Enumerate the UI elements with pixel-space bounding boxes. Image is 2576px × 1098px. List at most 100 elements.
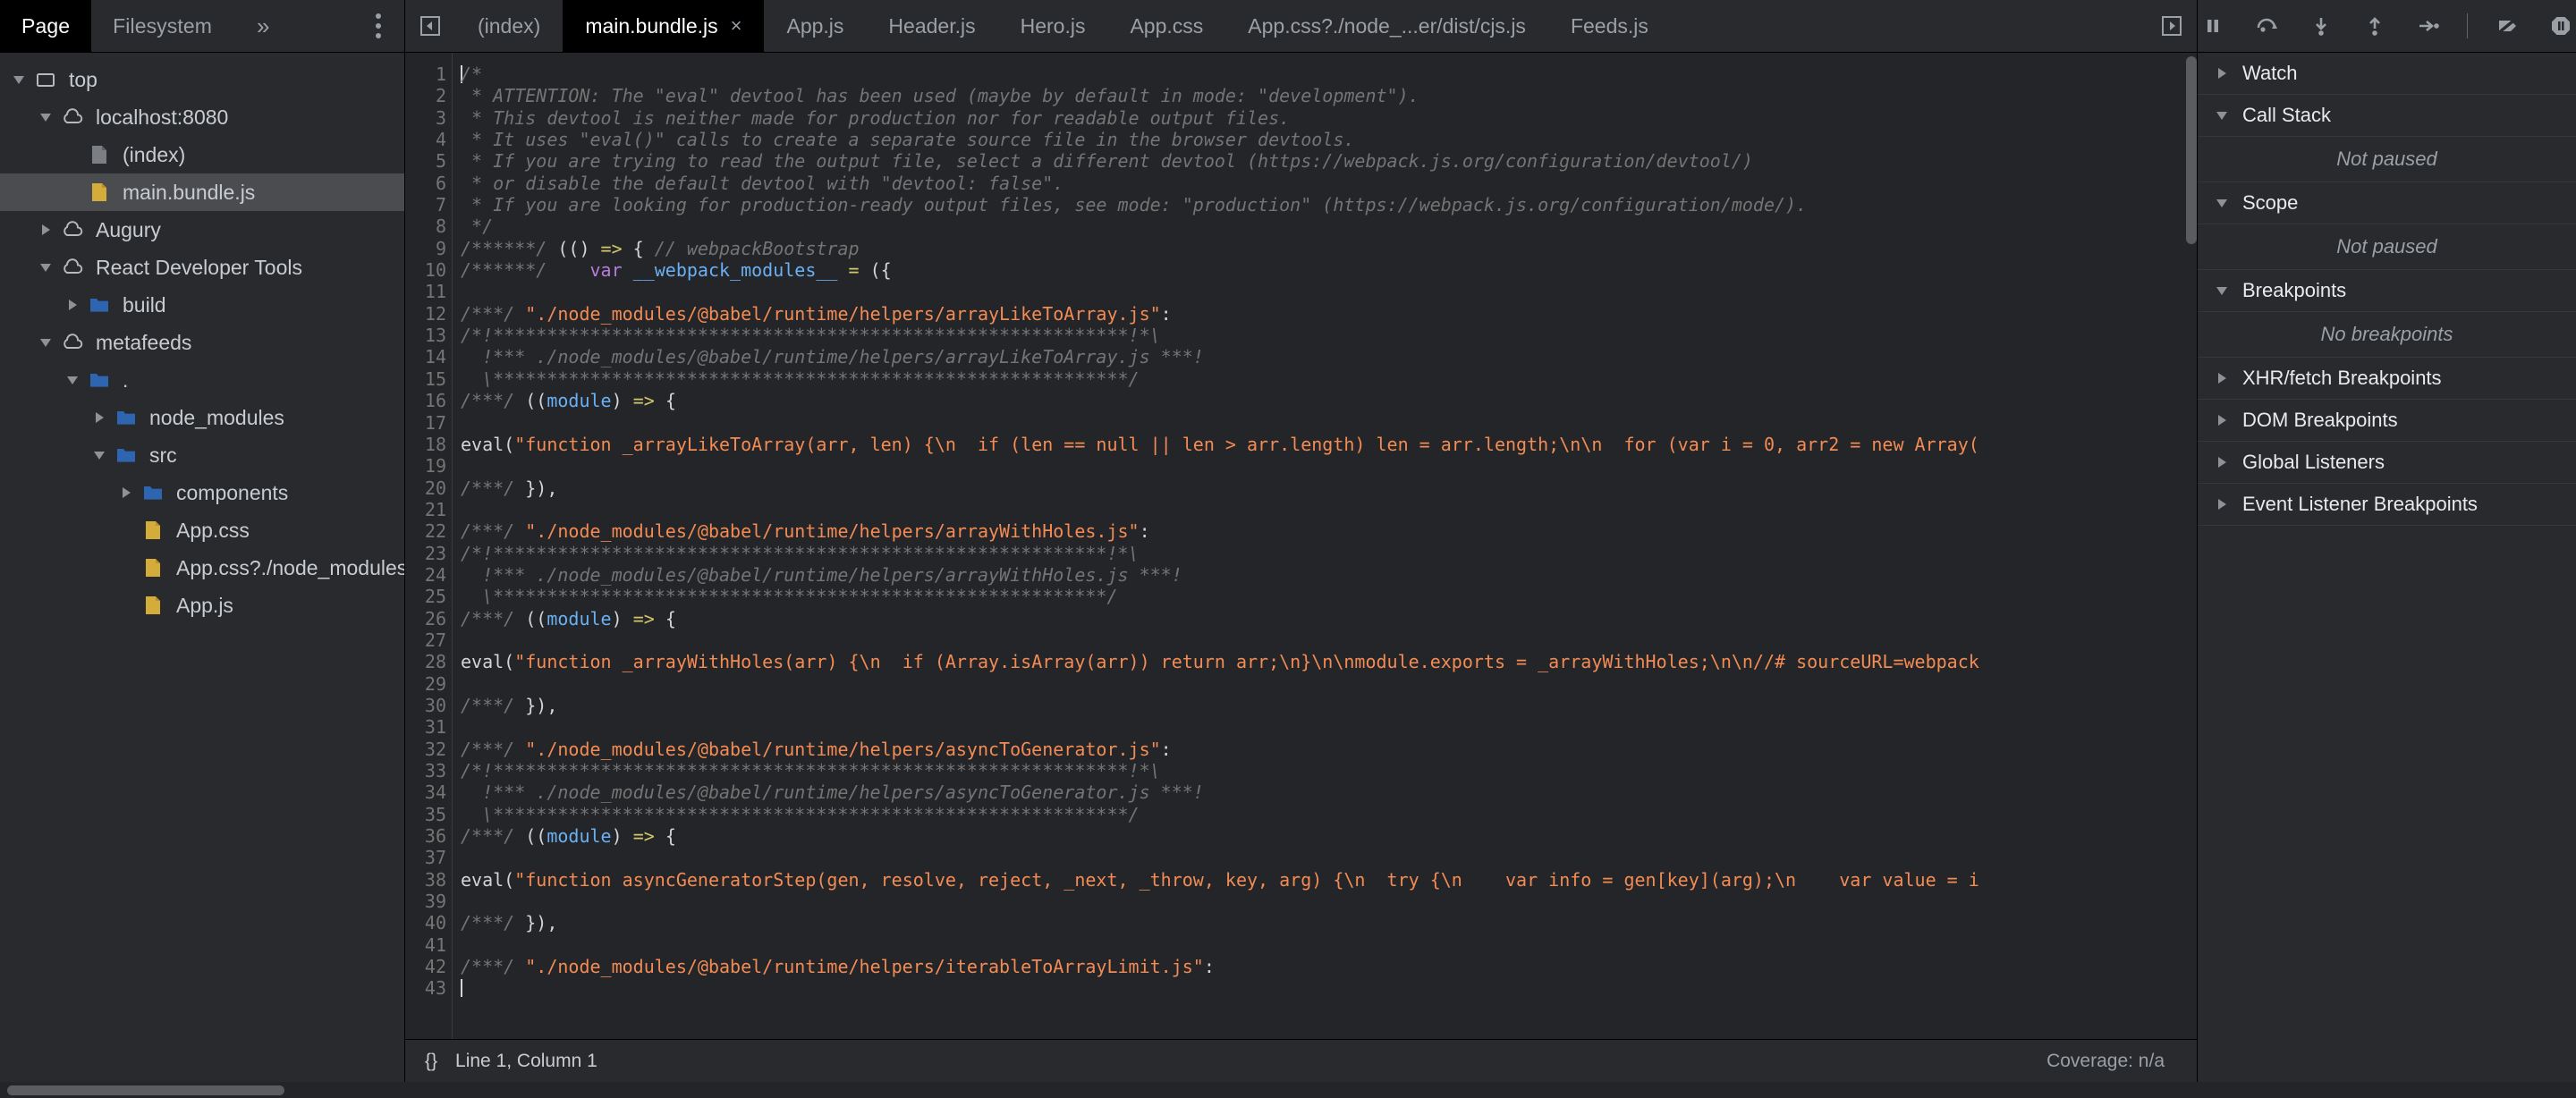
line-number[interactable]: 25 <box>405 586 452 607</box>
debugger-section-global-listeners[interactable]: Global Listeners <box>2198 442 2576 484</box>
chevron-right-icon[interactable] <box>2210 415 2233 426</box>
file-tree[interactable]: top localhost:8080 (index) main.bundle.js Au… <box>0 53 404 1082</box>
tree-item-top[interactable]: top <box>0 61 404 98</box>
chevron-right-icon[interactable] <box>61 300 84 310</box>
editor-tab-header-js[interactable]: Header.js <box>866 0 997 52</box>
tree-item-app-css[interactable]: App.css <box>0 511 404 549</box>
chevron-right-icon[interactable] <box>34 224 57 235</box>
chevron-down-icon[interactable] <box>7 75 30 84</box>
chevron-right-icon[interactable] <box>2210 68 2233 79</box>
line-number[interactable]: 41 <box>405 934 452 956</box>
editor-tab-feeds-js[interactable]: Feeds.js <box>1548 0 1671 52</box>
tree-item-react-developer-tools[interactable]: React Developer Tools <box>0 249 404 286</box>
line-number[interactable]: 9 <box>405 238 452 259</box>
line-number[interactable]: 29 <box>405 673 452 695</box>
tab-navigation-icon[interactable] <box>405 0 455 52</box>
deactivate-breakpoints-button[interactable] <box>2491 10 2521 42</box>
tree-item-main-bundle-js[interactable]: main.bundle.js <box>0 173 404 211</box>
line-number[interactable]: 8 <box>405 215 452 237</box>
line-number[interactable]: 1 <box>405 63 452 85</box>
tree-item-node-modules[interactable]: node_modules <box>0 399 404 436</box>
line-number[interactable]: 24 <box>405 564 452 586</box>
chevron-right-icon[interactable] <box>88 412 111 423</box>
line-number[interactable]: 36 <box>405 825 452 847</box>
line-number[interactable]: 10 <box>405 259 452 281</box>
line-number[interactable]: 33 <box>405 760 452 781</box>
tree-item-components[interactable]: components <box>0 474 404 511</box>
chevron-down-icon[interactable] <box>88 451 111 460</box>
line-number[interactable]: 31 <box>405 716 452 738</box>
code-editor[interactable]: 1 2 3 4 5 6 7 8 9 10 11 12 13 14 15 16 17 18 19 20 21 22 23 24 2… <box>405 53 2197 1039</box>
chevron-down-icon[interactable] <box>2210 286 2233 295</box>
chevron-right-icon[interactable] <box>114 487 138 498</box>
line-number[interactable]: 26 <box>405 608 452 629</box>
line-number[interactable]: 16 <box>405 390 452 411</box>
line-number[interactable]: 2 <box>405 85 452 106</box>
chevron-right-icon[interactable] <box>2210 373 2233 384</box>
line-number[interactable]: 40 <box>405 912 452 933</box>
line-number[interactable]: 15 <box>405 368 452 390</box>
debugger-section-event-listener-breakpoints[interactable]: Event Listener Breakpoints <box>2198 484 2576 526</box>
line-number[interactable]: 20 <box>405 477 452 499</box>
line-number[interactable]: 17 <box>405 412 452 434</box>
code-content[interactable]: /* * ATTENTION: The "eval" devtool has b… <box>452 53 2197 1039</box>
show-navigator-icon[interactable] <box>2147 0 2197 52</box>
tree-item-src[interactable]: src <box>0 436 404 474</box>
editor-tab-app-css[interactable]: App.css <box>1107 0 1225 52</box>
chevron-down-icon[interactable] <box>34 263 57 272</box>
chevron-down-icon[interactable] <box>34 338 57 347</box>
navigator-menu-button[interactable] <box>352 0 404 52</box>
line-number[interactable]: 42 <box>405 956 452 977</box>
line-number[interactable]: 21 <box>405 499 452 520</box>
debugger-section-breakpoints[interactable]: Breakpoints <box>2198 270 2576 312</box>
line-number[interactable]: 28 <box>405 651 452 672</box>
tree-item-app-js[interactable]: App.js <box>0 587 404 624</box>
tree-item-localhost-8080[interactable]: localhost:8080 <box>0 98 404 136</box>
editor-tab-hero-js[interactable]: Hero.js <box>998 0 1108 52</box>
line-number[interactable]: 11 <box>405 281 452 302</box>
editor-tab-app-js[interactable]: App.js <box>764 0 866 52</box>
line-number[interactable]: 3 <box>405 107 452 129</box>
line-number[interactable]: 32 <box>405 739 452 760</box>
debugger-section-scope[interactable]: Scope <box>2198 182 2576 224</box>
chevron-down-icon[interactable] <box>2210 111 2233 120</box>
line-number[interactable]: 27 <box>405 629 452 651</box>
editor-tab--index-[interactable]: (index) <box>455 0 563 52</box>
line-number[interactable]: 6 <box>405 173 452 194</box>
line-number[interactable]: 12 <box>405 303 452 325</box>
line-number[interactable]: 37 <box>405 847 452 868</box>
line-number[interactable]: 14 <box>405 346 452 367</box>
debugger-section-call-stack[interactable]: Call Stack <box>2198 95 2576 137</box>
line-number[interactable]: 4 <box>405 129 452 150</box>
line-number[interactable]: 34 <box>405 781 452 803</box>
tree-item-augury[interactable]: Augury <box>0 211 404 249</box>
pause-on-exceptions-button[interactable] <box>2546 10 2576 42</box>
step-button[interactable] <box>2413 10 2444 42</box>
line-number[interactable]: 18 <box>405 434 452 455</box>
line-number[interactable]: 5 <box>405 150 452 172</box>
chevron-down-icon[interactable] <box>34 113 57 122</box>
debugger-section-watch[interactable]: Watch <box>2198 53 2576 95</box>
navigator-tab-page[interactable]: Page <box>0 0 92 52</box>
line-number[interactable]: 7 <box>405 194 452 215</box>
navigator-tab-filesystem[interactable]: Filesystem <box>91 0 233 52</box>
navigator-horizontal-scrollbar[interactable] <box>7 1085 284 1095</box>
step-into-button[interactable] <box>2306 10 2336 42</box>
line-number[interactable]: 30 <box>405 695 452 716</box>
close-icon[interactable]: × <box>731 16 742 36</box>
tree-item--[interactable]: . <box>0 361 404 399</box>
line-number[interactable]: 23 <box>405 543 452 564</box>
chevron-down-icon[interactable] <box>2210 198 2233 207</box>
line-number[interactable]: 39 <box>405 891 452 912</box>
editor-vertical-scrollbar[interactable] <box>2186 56 2197 244</box>
line-number[interactable]: 35 <box>405 804 452 825</box>
chevron-down-icon[interactable] <box>61 376 84 384</box>
tree-item-app-css-node-modules-[interactable]: App.css?./node_modules/ <box>0 549 404 587</box>
debugger-section-xhr-fetch-breakpoints[interactable]: XHR/fetch Breakpoints <box>2198 358 2576 400</box>
chevron-right-icon[interactable] <box>2210 457 2233 468</box>
line-number[interactable]: 19 <box>405 455 452 477</box>
debugger-section-dom-breakpoints[interactable]: DOM Breakpoints <box>2198 400 2576 442</box>
tree-item-metafeeds[interactable]: metafeeds <box>0 324 404 361</box>
editor-tab-app-css-node-er-dist-cjs-js[interactable]: App.css?./node_...er/dist/cjs.js <box>1225 0 1548 52</box>
editor-tab-main-bundle-js[interactable]: main.bundle.js × <box>563 0 765 52</box>
